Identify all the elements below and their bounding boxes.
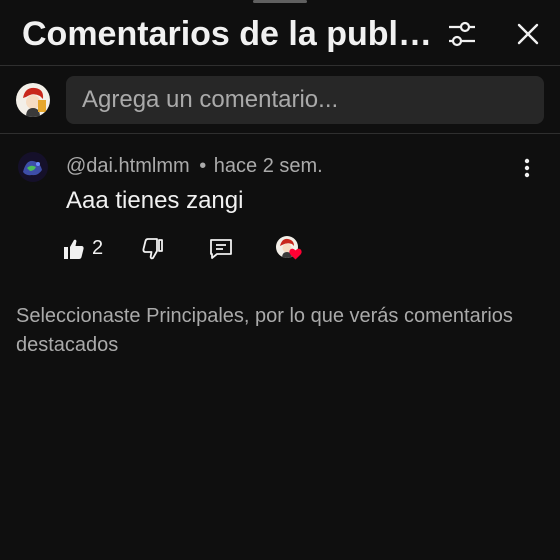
heart-icon [289, 248, 302, 260]
more-options-button[interactable] [512, 153, 542, 183]
comment-item: @dai.htmlmm • hace 2 sem. Aaa tienes zan… [0, 135, 560, 285]
like-count: 2 [92, 237, 104, 259]
dislike-button[interactable] [138, 231, 168, 267]
user-avatar-icon [16, 83, 50, 117]
comment-meta: @dai.htmlmm • hace 2 sem. [66, 155, 323, 178]
more-vertical-icon [524, 158, 530, 178]
comments-header: Comentarios de la publicación [0, 0, 560, 66]
comment-composer [0, 66, 560, 134]
close-icon [517, 23, 539, 45]
reply-comment-icon [210, 239, 232, 259]
comment-author[interactable]: @dai.htmlmm [66, 155, 190, 177]
comments-panel: Comentarios de la publicación [0, 0, 560, 560]
avatar[interactable] [18, 152, 48, 182]
sliders-icon [449, 21, 475, 47]
sort-notice: Seleccionaste Principales, por lo que ve… [16, 305, 513, 356]
meta-separator: • [199, 155, 207, 177]
thumbs-down-icon [142, 238, 163, 260]
comment-time: hace 2 sem. [213, 155, 323, 177]
comment-actions: 2 [56, 231, 356, 267]
reply-button[interactable] [206, 231, 236, 267]
panel-title: Comentarios de la publicación [22, 15, 432, 53]
avatar [16, 83, 50, 117]
creator-heart-badge [276, 236, 302, 262]
filter-button[interactable] [442, 14, 482, 54]
close-button[interactable] [508, 14, 548, 54]
thumbs-up-icon [64, 239, 84, 259]
comment-text: Aaa tienes zangi [66, 187, 244, 214]
comment-input[interactable] [66, 76, 544, 124]
commenter-avatar-icon [18, 152, 48, 182]
